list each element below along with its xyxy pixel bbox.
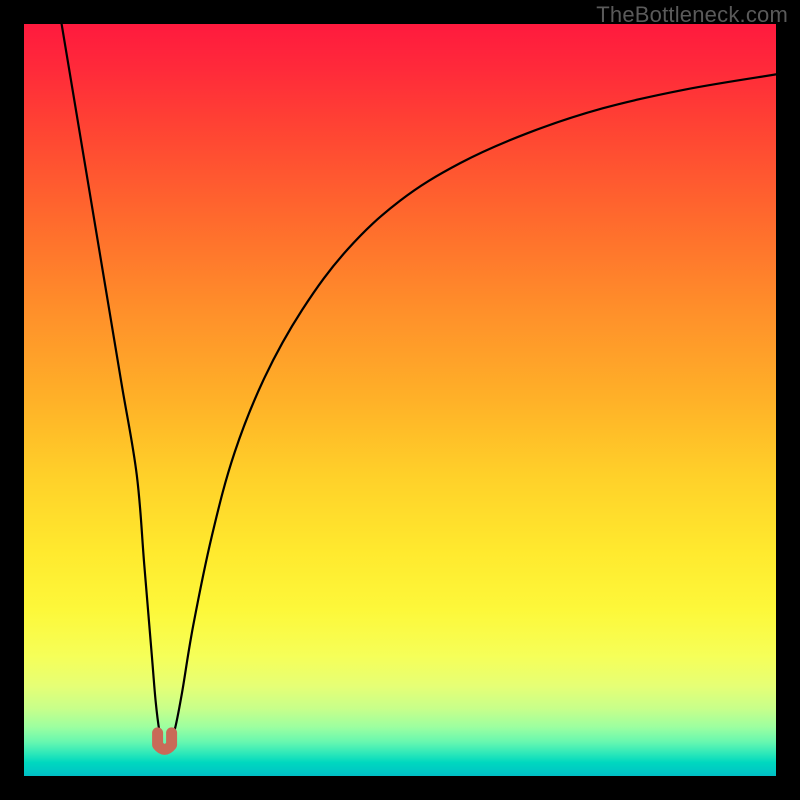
curve-layer <box>24 24 776 776</box>
minimum-marker <box>158 733 172 750</box>
chart-container: TheBottleneck.com <box>0 0 800 800</box>
bottleneck-curve <box>62 24 776 747</box>
plot-area <box>24 24 776 776</box>
